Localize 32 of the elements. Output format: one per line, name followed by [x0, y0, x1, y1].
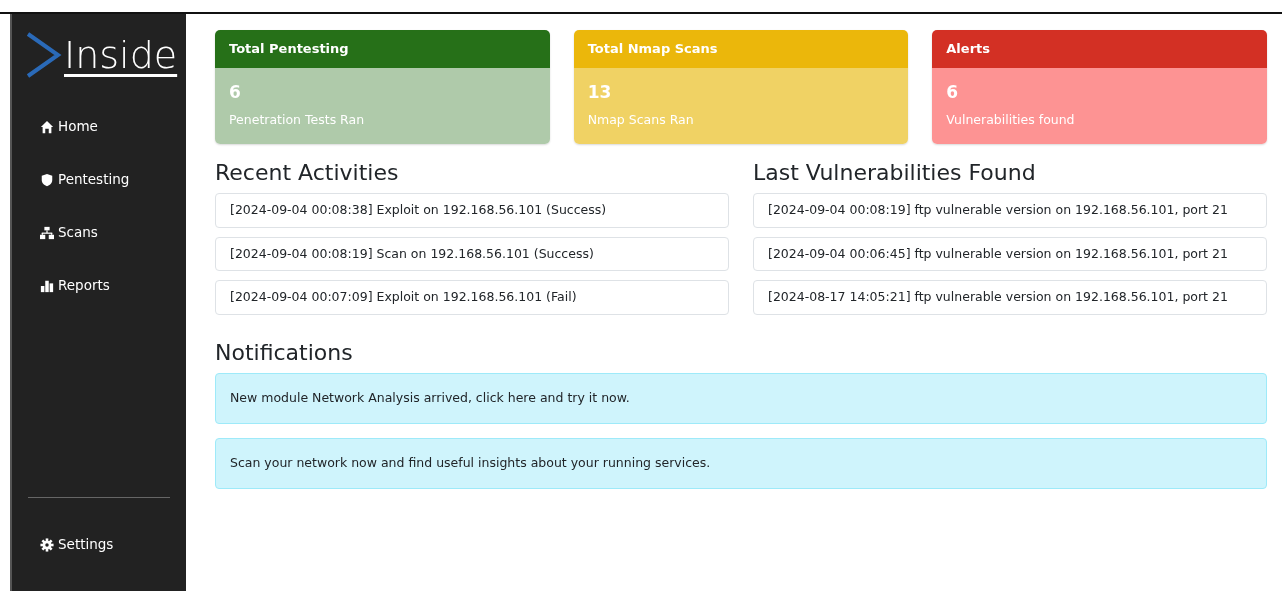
chevron-icon — [26, 32, 62, 78]
bar-chart-icon — [40, 278, 54, 293]
section-heading: Recent Activities — [215, 158, 400, 187]
logo: Inside — [64, 36, 178, 74]
nav-link[interactable]: Settings — [58, 534, 114, 555]
shield-icon — [40, 172, 54, 187]
card-title: Total Nmap Scans — [573, 30, 909, 68]
notification-alert: New module Network Analysis arrived, click here and try it now. — [215, 373, 1267, 424]
nav-link[interactable]: Home — [58, 116, 98, 137]
network-icon — [40, 225, 54, 240]
nav-link[interactable]: Pentesting — [58, 169, 130, 190]
vulnerability-item: [2024-09-04 00:06:45] ftp vulnerable version on 192.168.56.101, port 21 — [753, 236, 1267, 272]
activity-item: [2024-09-04 00:08:19] Scan on 192.168.56.101 (Success) — [215, 236, 729, 272]
activity-item: [2024-09-04 00:08:38] Exploit on 192.168.56.101 (Success) — [215, 192, 729, 228]
nav-link[interactable]: Reports — [58, 275, 110, 296]
section-heading: Last Vulnerabilities Found — [753, 158, 1037, 187]
vulnerability-item: [2024-09-04 00:08:19] ftp vulnerable version on 192.168.56.101, port 21 — [753, 192, 1267, 228]
section-heading: Notifications — [215, 339, 354, 367]
stat-caption: Penetration Tests Ran — [229, 111, 366, 129]
card-title: Total Pentesting — [215, 30, 550, 68]
stat-count: 6 — [946, 80, 960, 104]
notification-alert: Scan your network now and find useful insights about your running services. — [215, 437, 1267, 489]
nav-link[interactable]: Scans — [58, 222, 98, 243]
home-icon — [40, 119, 54, 134]
card-title: Alerts — [932, 30, 1267, 68]
stat-count: 6 — [229, 80, 242, 104]
activity-item: [2024-09-04 00:07:09] Exploit on 192.168.56.101 (Fail) — [215, 280, 729, 315]
stat-caption: Vulnerabilities found — [946, 111, 1076, 129]
stat-caption: Nmap Scans Ran — [587, 111, 695, 129]
vulnerability-item: [2024-08-17 14:05:21] ftp vulnerable version on 192.168.56.101, port 21 — [753, 280, 1267, 315]
settings-icon — [40, 537, 54, 552]
stat-count: 13 — [587, 80, 613, 104]
